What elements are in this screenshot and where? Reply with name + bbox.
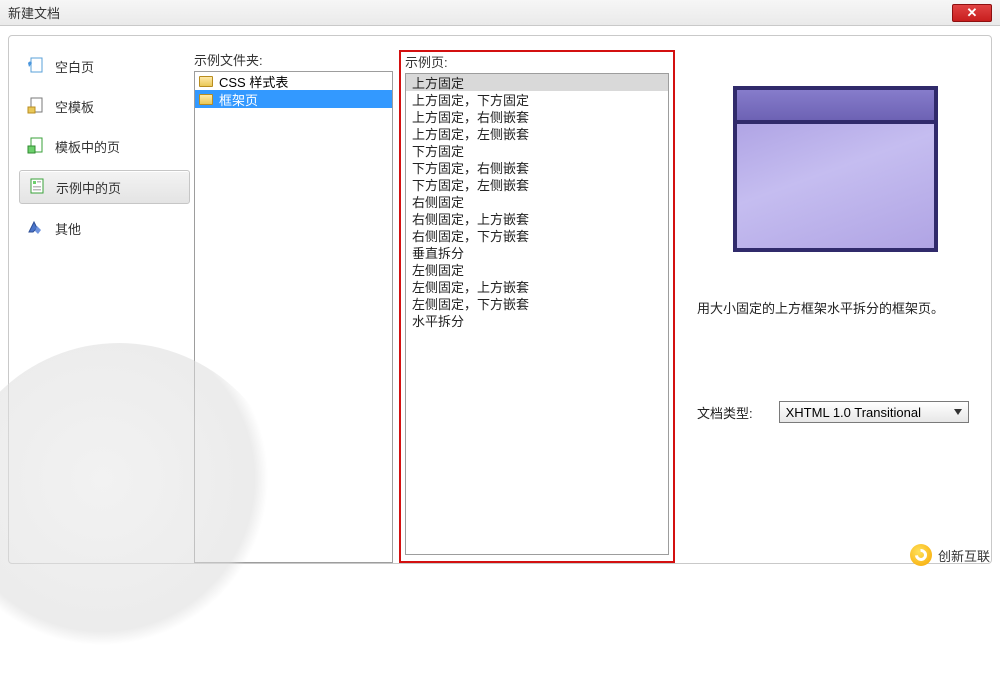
page-column-label: 示例页: (405, 52, 669, 71)
folder-icon (199, 76, 213, 87)
page-row[interactable]: 上方固定，右侧嵌套 (406, 108, 668, 125)
sidebar-item-label: 空白页 (55, 57, 94, 76)
page-list[interactable]: 上方固定上方固定，下方固定上方固定，右侧嵌套上方固定，左侧嵌套下方固定下方固定，… (405, 73, 669, 555)
sample-page-highlight-border: 示例页: 上方固定上方固定，下方固定上方固定，右侧嵌套上方固定，左侧嵌套下方固定… (399, 50, 675, 563)
folder-row[interactable]: CSS 样式表 (195, 72, 392, 90)
preview-column: 用大小固定的上方框架水平拆分的框架页。 文档类型: XHTML 1.0 Tran… (675, 36, 991, 563)
sidebar-item-label: 其他 (55, 219, 81, 238)
sidebar-item-blank-page[interactable]: 空白页 (19, 50, 190, 82)
page-row[interactable]: 上方固定，下方固定 (406, 91, 668, 108)
close-button[interactable]: ✕ (952, 4, 992, 22)
page-row[interactable]: 水平拆分 (406, 312, 668, 329)
window-title: 新建文档 (8, 3, 60, 22)
folder-icon (199, 94, 213, 105)
document-type-dropdown[interactable]: XHTML 1.0 Transitional (779, 401, 969, 423)
sidebar-item-label: 模板中的页 (55, 137, 120, 156)
close-icon: ✕ (967, 5, 978, 21)
folder-label: CSS 样式表 (219, 72, 288, 91)
document-type-row: 文档类型: XHTML 1.0 Transitional (695, 401, 975, 423)
blank-page-icon (25, 56, 47, 76)
page-row[interactable]: 左侧固定 (406, 261, 668, 278)
template-page-icon (25, 136, 47, 156)
preview-top-frame (737, 90, 934, 124)
sidebar-item-sample-page[interactable]: 示例中的页 (19, 170, 190, 204)
page-row[interactable]: 下方固定 (406, 142, 668, 159)
chevron-down-icon (954, 409, 962, 415)
frameset-preview (733, 86, 938, 252)
document-type-label: 文档类型: (697, 403, 753, 422)
page-row[interactable]: 右侧固定，下方嵌套 (406, 227, 668, 244)
page-row[interactable]: 下方固定，左侧嵌套 (406, 176, 668, 193)
title-bar: 新建文档 ✕ (0, 0, 1000, 26)
dialog-frame: 空白页 空模板 模板中的页 示例中的页 其他 示例 (8, 35, 992, 564)
category-sidebar: 空白页 空模板 模板中的页 示例中的页 其他 (9, 36, 194, 563)
folder-label: 框架页 (219, 90, 258, 109)
folder-list[interactable]: CSS 样式表框架页 (194, 71, 393, 563)
preview-description: 用大小固定的上方框架水平拆分的框架页。 (695, 298, 944, 317)
page-row[interactable]: 下方固定，右侧嵌套 (406, 159, 668, 176)
sidebar-item-label: 空模板 (55, 97, 94, 116)
sidebar-item-template-page[interactable]: 模板中的页 (19, 130, 190, 162)
sample-page-column: 示例页: 上方固定上方固定，下方固定上方固定，右侧嵌套上方固定，左侧嵌套下方固定… (399, 36, 675, 563)
page-row[interactable]: 垂直拆分 (406, 244, 668, 261)
blank-template-icon (25, 96, 47, 116)
watermark: 创新互联 (910, 544, 990, 566)
page-row[interactable]: 右侧固定 (406, 193, 668, 210)
other-icon (25, 218, 47, 238)
page-row[interactable]: 上方固定 (406, 74, 668, 91)
sidebar-item-label: 示例中的页 (56, 178, 121, 197)
watermark-text: 创新互联 (938, 546, 990, 565)
watermark-icon (910, 544, 932, 566)
page-row[interactable]: 左侧固定，上方嵌套 (406, 278, 668, 295)
page-row[interactable]: 上方固定，左侧嵌套 (406, 125, 668, 142)
page-row[interactable]: 右侧固定，上方嵌套 (406, 210, 668, 227)
document-type-value: XHTML 1.0 Transitional (786, 405, 921, 420)
page-row[interactable]: 左侧固定，下方嵌套 (406, 295, 668, 312)
sidebar-item-other[interactable]: 其他 (19, 212, 190, 244)
sample-page-icon (26, 177, 48, 197)
folder-row[interactable]: 框架页 (195, 90, 392, 108)
sidebar-item-blank-template[interactable]: 空模板 (19, 90, 190, 122)
sample-folder-column: 示例文件夹: CSS 样式表框架页 (194, 36, 399, 563)
folder-column-label: 示例文件夹: (194, 50, 393, 69)
